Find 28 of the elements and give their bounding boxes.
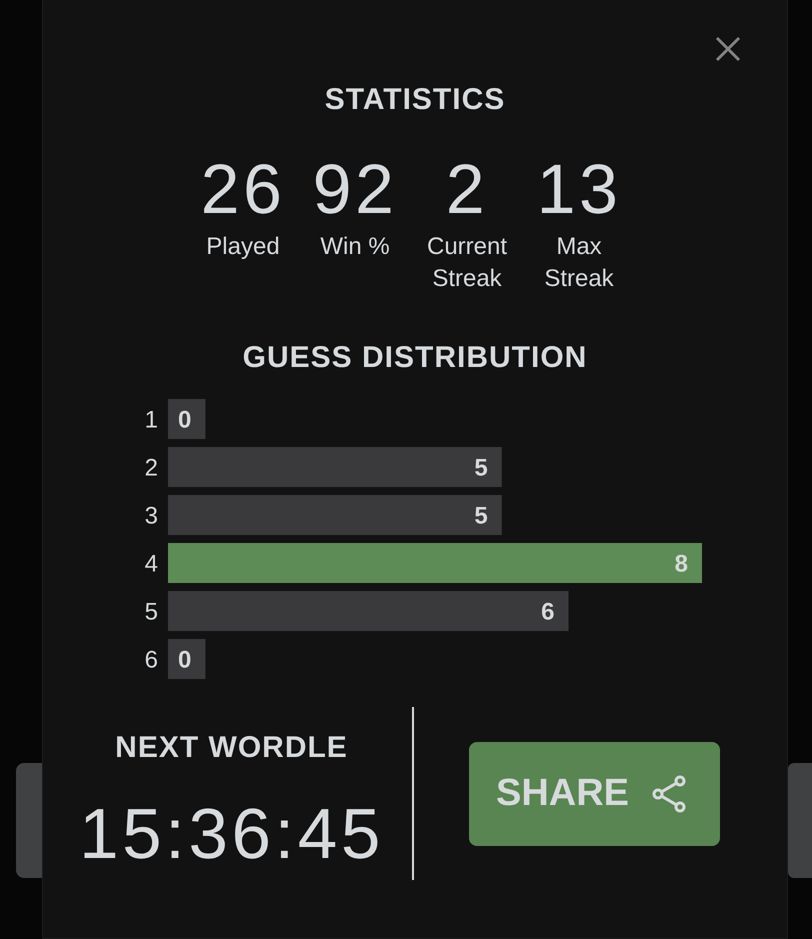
stat-label: Current Streak [426, 232, 508, 294]
bar-value-label: 0 [178, 646, 192, 674]
stat-value: 26 [200, 154, 286, 224]
bar-value-label: 0 [178, 406, 192, 434]
stat-label: Win % [319, 232, 391, 262]
next-wordle-heading: NEXT WORDLE [114, 730, 349, 766]
stat-value: 92 [312, 154, 398, 224]
guess-number-label: 3 [144, 502, 158, 530]
bar-value-label: 5 [474, 454, 488, 482]
statistics-heading: STATISTICS [324, 82, 506, 118]
stat-label: Max Streak [543, 232, 615, 294]
bar-value-label: 8 [674, 550, 688, 578]
countdown-timer: 15:36:45 [78, 799, 385, 871]
share-button[interactable]: SHARE [469, 742, 720, 846]
guess-number-label: 5 [144, 598, 158, 626]
stat-label: Played [205, 232, 281, 262]
share-icon [651, 774, 688, 812]
bar-value-label: 6 [541, 598, 554, 626]
stat-value: 2 [444, 154, 490, 224]
close-icon [715, 36, 741, 62]
stat-value: 13 [536, 154, 622, 224]
distribution-heading: GUESS DISTRIBUTION [242, 340, 588, 376]
bar-value-label: 5 [474, 502, 488, 530]
guess-number-label: 6 [144, 646, 158, 674]
close-button[interactable] [715, 36, 741, 62]
guess-number-label: 4 [144, 550, 158, 578]
guess-number-label: 1 [144, 406, 158, 434]
guess-number-label: 2 [144, 454, 158, 482]
